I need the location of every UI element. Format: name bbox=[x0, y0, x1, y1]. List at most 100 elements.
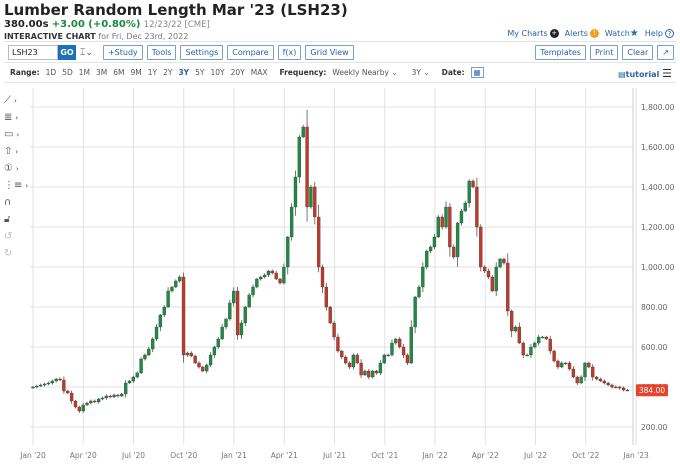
candle-body bbox=[93, 401, 96, 402]
candle-body bbox=[32, 387, 35, 388]
candle-body bbox=[533, 343, 536, 347]
candle-body bbox=[306, 127, 309, 207]
candle-body bbox=[340, 351, 343, 357]
candle-body bbox=[529, 347, 532, 355]
candle-body bbox=[225, 319, 228, 327]
candle-body bbox=[360, 363, 363, 375]
x-tick-label: Oct '22 bbox=[572, 451, 599, 460]
candle-body bbox=[128, 381, 131, 383]
candle-body bbox=[167, 291, 170, 307]
candle-body bbox=[78, 407, 81, 411]
candle-body bbox=[510, 311, 513, 331]
candle-body bbox=[244, 307, 247, 323]
candle-body bbox=[178, 277, 181, 281]
candle-body bbox=[622, 388, 625, 390]
candle-body bbox=[170, 287, 173, 291]
candle-body bbox=[398, 339, 401, 347]
x-tick-label: Oct '21 bbox=[371, 451, 398, 460]
candle-body bbox=[479, 227, 482, 267]
candle-body bbox=[163, 307, 166, 315]
candle-body bbox=[35, 386, 38, 387]
candle-body bbox=[626, 390, 629, 391]
candle-body bbox=[275, 273, 278, 279]
candle-body bbox=[201, 367, 204, 371]
x-tick-label: Jul '20 bbox=[121, 451, 145, 460]
candle-body bbox=[371, 371, 374, 377]
candle-body bbox=[298, 137, 301, 177]
candle-body bbox=[43, 384, 46, 385]
candle-body bbox=[464, 203, 467, 211]
candle-body bbox=[86, 403, 89, 405]
candle-body bbox=[526, 355, 529, 356]
candle-body bbox=[518, 327, 521, 343]
candle-body bbox=[174, 281, 177, 287]
candle-body bbox=[418, 287, 421, 297]
candle-body bbox=[460, 211, 463, 223]
x-tick-label: Jul '21 bbox=[322, 451, 346, 460]
candle-body bbox=[190, 353, 193, 356]
candle-body bbox=[560, 363, 563, 367]
candle-body bbox=[286, 237, 289, 267]
candle-body bbox=[113, 395, 116, 397]
candle-body bbox=[197, 363, 200, 367]
candle-body bbox=[252, 287, 255, 295]
candle-body bbox=[390, 343, 393, 355]
candle-body bbox=[410, 327, 413, 363]
y-tick-label: 1,800.00 bbox=[641, 103, 675, 112]
candle-body bbox=[472, 181, 475, 187]
candle-body bbox=[263, 275, 266, 277]
candle-body bbox=[155, 327, 158, 339]
y-tick-label: 800.00 bbox=[641, 303, 667, 312]
candle-body bbox=[487, 271, 490, 277]
candle-body bbox=[483, 267, 486, 271]
candle-body bbox=[105, 396, 108, 398]
candle-body bbox=[89, 401, 92, 403]
candle-body bbox=[51, 381, 54, 383]
candle-body bbox=[290, 207, 293, 237]
candle-body bbox=[502, 259, 505, 263]
candle-body bbox=[140, 359, 143, 373]
candle-body bbox=[456, 223, 459, 257]
x-tick-label: Apr '21 bbox=[271, 451, 298, 460]
candle-body bbox=[182, 277, 185, 355]
candle-body bbox=[452, 247, 455, 257]
candle-body bbox=[248, 295, 251, 307]
candle-body bbox=[541, 337, 544, 338]
candle-body bbox=[267, 271, 270, 275]
candle-body bbox=[603, 381, 606, 383]
candle-body bbox=[352, 355, 355, 367]
candle-body bbox=[387, 355, 390, 356]
candle-body bbox=[591, 367, 594, 377]
candle-body bbox=[236, 291, 239, 335]
candle-body bbox=[379, 363, 382, 373]
candle-body bbox=[186, 353, 189, 355]
candle-body bbox=[545, 337, 548, 339]
candle-body bbox=[475, 187, 478, 227]
candle-body bbox=[611, 385, 614, 387]
x-tick-label: Oct '20 bbox=[170, 451, 197, 460]
candle-body bbox=[583, 363, 586, 377]
candle-body bbox=[448, 207, 451, 247]
candle-body bbox=[309, 187, 312, 207]
candle-body bbox=[213, 347, 216, 355]
candle-body bbox=[445, 207, 448, 227]
candle-body bbox=[367, 371, 370, 377]
price-chart[interactable]: 200.00400.00600.00800.001,000.001,200.00… bbox=[0, 0, 680, 476]
candle-body bbox=[421, 267, 424, 287]
candle-body bbox=[348, 363, 351, 367]
candle-body bbox=[495, 267, 498, 291]
candle-body bbox=[159, 315, 162, 327]
y-tick-label: 1,200.00 bbox=[641, 223, 675, 232]
candle-body bbox=[240, 323, 243, 335]
candle-body bbox=[394, 339, 397, 343]
candle-body bbox=[217, 339, 220, 347]
candle-body bbox=[506, 263, 509, 311]
candle-body bbox=[313, 187, 316, 217]
candle-body bbox=[232, 291, 235, 303]
candle-body bbox=[587, 363, 590, 367]
candle-body bbox=[228, 303, 231, 319]
candle-body bbox=[595, 377, 598, 379]
candle-body bbox=[259, 277, 262, 279]
candle-body bbox=[116, 395, 119, 396]
candle-body bbox=[325, 287, 328, 307]
